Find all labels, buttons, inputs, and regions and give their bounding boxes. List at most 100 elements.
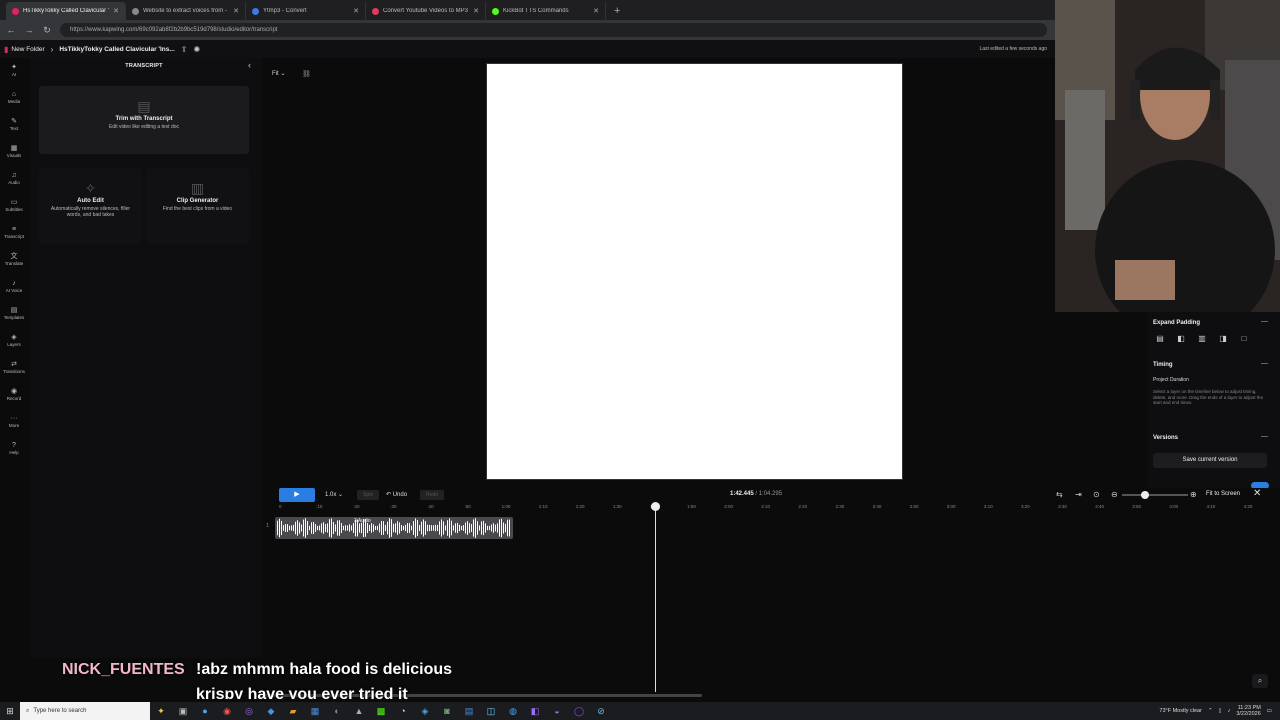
- sidebar-item-layers[interactable]: ◈ Layers: [0, 334, 28, 347]
- app-icon[interactable]: ◈: [414, 706, 436, 717]
- app-icon[interactable]: ◉: [216, 706, 238, 717]
- browser-tab[interactable]: Ytmp3 - Convert ✕: [246, 2, 366, 20]
- new-tab-button[interactable]: +: [606, 2, 628, 20]
- app-icon[interactable]: ◙: [436, 706, 458, 716]
- close-icon[interactable]: ✕: [593, 7, 599, 15]
- sidebar-item-templates[interactable]: ▤ Templates: [0, 307, 28, 320]
- link-icon[interactable]: ⛓: [302, 70, 311, 78]
- sidebar-item-ai[interactable]: ✦ AI: [0, 64, 28, 77]
- sidebar-item-visuals[interactable]: ▦ Visuals: [0, 145, 28, 158]
- sidebar-item-transcript[interactable]: ≡ Transcript: [0, 226, 28, 239]
- app-icon[interactable]: ◔: [392, 706, 414, 716]
- browser-tab[interactable]: Convert Youtube Videos to MP3 fi ✕: [366, 2, 486, 20]
- tab-label: KickBot TTS Commands: [503, 8, 569, 14]
- zoom-in-icon[interactable]: ⊕: [1190, 490, 1197, 499]
- app-icon[interactable]: ◐: [326, 706, 348, 716]
- browser-tab[interactable]: KickBot TTS Commands ✕: [486, 2, 606, 20]
- zoom-slider-handle[interactable]: [1141, 491, 1149, 499]
- task-view-icon[interactable]: ▣: [172, 706, 194, 717]
- folder-icon[interactable]: ▰: [282, 706, 304, 717]
- zoom-out-icon[interactable]: ⊖: [1111, 490, 1118, 499]
- timeline-tick-label: 0: [279, 504, 282, 509]
- app-icon[interactable]: ✦: [150, 706, 172, 717]
- speed-dropdown[interactable]: 1.0x ⌄: [325, 491, 343, 498]
- video-canvas[interactable]: [486, 63, 903, 480]
- sidebar-item-transitions[interactable]: ⇄ Transitions: [0, 361, 28, 374]
- notification-icon[interactable]: ▭: [1267, 708, 1272, 714]
- browser-icon[interactable]: ◍: [502, 706, 524, 717]
- skip-icon[interactable]: ⇥: [1075, 490, 1082, 499]
- search-icon[interactable]: ⌕: [1252, 674, 1268, 688]
- padding-right-icon[interactable]: ◨: [1217, 334, 1229, 344]
- app-icon[interactable]: ◫: [480, 706, 502, 717]
- sidebar-item-translate[interactable]: 文 Translate: [0, 253, 28, 266]
- collapse-icon[interactable]: —: [1261, 318, 1268, 325]
- settings-icon[interactable]: ⊙: [1093, 490, 1100, 499]
- url-input[interactable]: https://www.kapwing.com/69c092ab8f2b2b9b…: [60, 23, 1047, 37]
- padding-full-icon[interactable]: □: [1238, 334, 1250, 344]
- discord-icon[interactable]: ◒: [546, 706, 568, 716]
- weather-widget[interactable]: 73°F Mostly clear: [1159, 708, 1202, 714]
- sidebar-item-help[interactable]: ? Help: [0, 442, 28, 455]
- close-icon[interactable]: ✕: [113, 7, 119, 15]
- project-name[interactable]: HsTikkyTokky Called Clavicular 'Ins...: [59, 46, 174, 53]
- network-icon[interactable]: ▯: [1219, 708, 1222, 714]
- padding-top-icon[interactable]: ▤: [1154, 334, 1166, 344]
- app-icon[interactable]: ▤: [458, 706, 480, 717]
- close-icon[interactable]: ✕: [353, 7, 359, 15]
- clip-generator-card[interactable]: ▥ Clip Generator Find the best clips fro…: [146, 168, 249, 244]
- redo-button[interactable]: Redo: [420, 490, 444, 500]
- clock[interactable]: 11:23 PM 3/22/2026: [1236, 705, 1260, 717]
- forward-icon[interactable]: →: [24, 25, 34, 35]
- app-icon[interactable]: ▩: [370, 706, 392, 717]
- sidebar-item-record[interactable]: ◉ Record: [0, 388, 28, 401]
- folder-button[interactable]: ▮ New Folder: [4, 45, 45, 54]
- app-icon[interactable]: ▦: [304, 706, 326, 717]
- padding-bottom-icon[interactable]: ▥: [1196, 334, 1208, 344]
- play-button[interactable]: ▶: [279, 488, 315, 502]
- close-icon[interactable]: ✕: [473, 7, 479, 15]
- sidebar-item-text[interactable]: ✎ Text: [0, 118, 28, 131]
- light-bulb-icon[interactable]: ✺: [193, 45, 200, 54]
- auto-edit-card[interactable]: ✧ Auto Edit Automatically remove silence…: [39, 168, 142, 244]
- fit-dropdown[interactable]: Fit ⌄: [272, 70, 285, 77]
- app-icon[interactable]: ▲: [348, 706, 370, 716]
- browser-tab[interactable]: HsTikkyTokky Called Clavicular 'Ins ✕: [6, 2, 126, 20]
- collapse-panel-icon[interactable]: ‹: [248, 60, 251, 70]
- waveform-bar: [311, 522, 312, 534]
- sidebar-item-audio[interactable]: ♫ Audio: [0, 172, 28, 185]
- save-current-version-button[interactable]: Save current version: [1153, 453, 1267, 468]
- split-button[interactable]: Split: [357, 490, 379, 500]
- audio-clip[interactable]: [275, 517, 513, 539]
- volume-icon[interactable]: ♪: [1228, 708, 1231, 714]
- app-icon[interactable]: ◆: [260, 706, 282, 717]
- sidebar-item-ai-voice[interactable]: ♪ AI Voice: [0, 280, 28, 293]
- steam-icon[interactable]: ⊘: [590, 706, 612, 717]
- browser-tab[interactable]: Website to extract voices from - Go ✕: [126, 2, 246, 20]
- chevron-up-icon[interactable]: ⌃: [1208, 708, 1213, 714]
- collapse-icon[interactable]: —: [1261, 360, 1268, 367]
- app-icon[interactable]: ◯: [568, 706, 590, 717]
- back-icon[interactable]: ←: [6, 25, 16, 35]
- collapse-icon[interactable]: —: [1261, 433, 1268, 440]
- playhead[interactable]: [655, 506, 656, 692]
- reload-icon[interactable]: ↻: [42, 25, 52, 36]
- zoom-slider[interactable]: [1122, 494, 1188, 496]
- sidebar-item-subtitles[interactable]: ▭ Subtitles: [0, 199, 28, 212]
- sidebar-item-more[interactable]: ··· More: [0, 415, 28, 428]
- undo-button[interactable]: ↶ Undo: [386, 491, 407, 498]
- playhead-handle[interactable]: [651, 502, 660, 511]
- taskbar-search-input[interactable]: ⌕ Type here to search: [20, 702, 150, 720]
- close-icon[interactable]: ✕: [233, 7, 239, 15]
- windows-start-icon[interactable]: ⊞: [0, 706, 20, 717]
- app-icon[interactable]: ●: [194, 706, 216, 716]
- share-icon[interactable]: ⇪: [181, 45, 188, 54]
- magnet-icon[interactable]: ⇆: [1056, 490, 1063, 499]
- close-icon[interactable]: ✕: [1253, 488, 1261, 499]
- trim-with-transcript-card[interactable]: ▤ Trim with Transcript Edit video like e…: [39, 86, 249, 154]
- sidebar-item-media[interactable]: ⌂ Media: [0, 91, 28, 104]
- app-icon[interactable]: ◧: [524, 706, 546, 717]
- app-icon[interactable]: ◎: [238, 706, 260, 717]
- fit-to-screen-button[interactable]: Fit to Screen: [1206, 491, 1240, 497]
- padding-left-icon[interactable]: ◧: [1175, 334, 1187, 344]
